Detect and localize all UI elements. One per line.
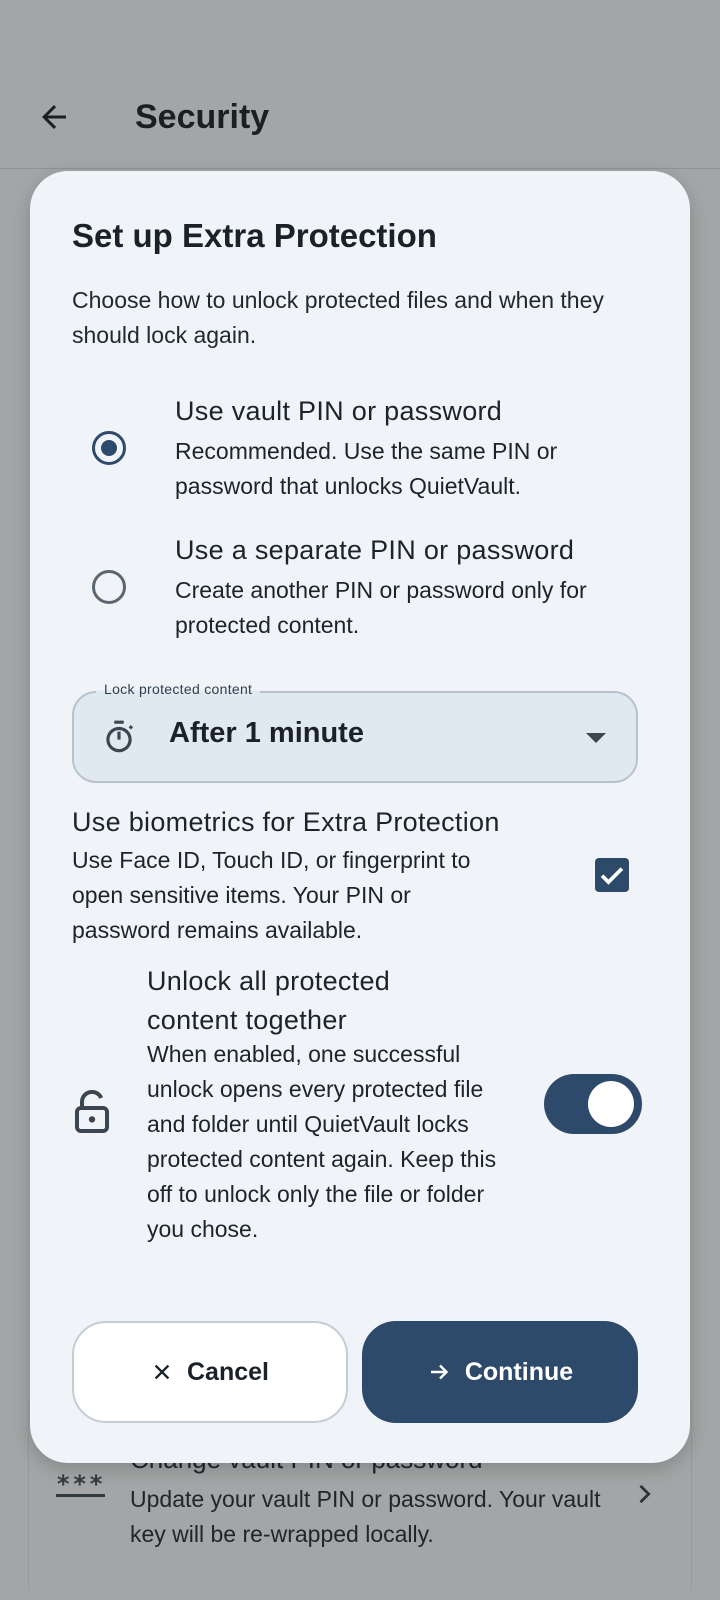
option-vault-pin-subtitle: Recommended. Use the same PIN or passwor…: [175, 438, 558, 499]
continue-button[interactable]: Continue: [362, 1321, 638, 1423]
app-bar: Security: [0, 0, 720, 169]
timer-icon: [106, 720, 134, 753]
check-icon: [600, 867, 624, 885]
biometrics-checkbox[interactable]: [595, 858, 629, 892]
cancel-label: Cancel: [187, 1357, 269, 1386]
dialog-title: Set up Extra Protection: [72, 217, 437, 254]
option-separate-pin-title: Use a separate PIN or password: [175, 535, 575, 565]
unlock-all-toggle[interactable]: [544, 1074, 642, 1134]
extra-protection-dialog: Set up Extra Protection Choose how to un…: [30, 171, 690, 1463]
close-icon: [154, 1364, 170, 1380]
option-separate-pin[interactable]: Use a separate PIN or password Create an…: [30, 535, 670, 647]
unlock-all-subtitle: When enabled, one successful unlock open…: [147, 1041, 497, 1242]
radio-separate-pin[interactable]: [92, 570, 126, 604]
lock-timeout-value: After 1 minute: [169, 717, 364, 749]
toggle-knob: [588, 1081, 634, 1127]
page-title: Security: [135, 98, 270, 136]
chevron-right-icon: [639, 1484, 651, 1504]
option-vault-pin[interactable]: Use vault PIN or password Recommended. U…: [30, 396, 670, 508]
cancel-button[interactable]: Cancel: [72, 1321, 348, 1423]
biometrics-title: Use biometrics for Extra Protection: [72, 807, 500, 837]
lock-timeout-select[interactable]: Lock protected content After 1 minute: [72, 681, 638, 783]
password-icon: ***: [56, 1470, 106, 1498]
radio-vault-pin[interactable]: [92, 431, 126, 465]
option-vault-pin-title: Use vault PIN or password: [175, 396, 503, 426]
continue-label: Continue: [464, 1357, 574, 1386]
chevron-down-icon: [586, 733, 606, 743]
change-pin-row-subtitle: Update your vault PIN or password. Your …: [130, 1486, 601, 1547]
lock-timeout-label: Lock protected content: [96, 681, 261, 697]
lock-open-icon: [75, 1090, 109, 1133]
arrow-right-icon: [430, 1364, 449, 1380]
dialog-description: Choose how to unlock protected files and…: [72, 287, 604, 348]
biometrics-subtitle: Use Face ID, Touch ID, or fingerprint to…: [72, 847, 471, 943]
unlock-all-title: Unlock all protected content together: [147, 966, 391, 1035]
arrow-left-icon: [42, 105, 66, 129]
option-separate-pin-subtitle: Create another PIN or password only for …: [175, 577, 587, 638]
back-button[interactable]: [30, 93, 78, 141]
